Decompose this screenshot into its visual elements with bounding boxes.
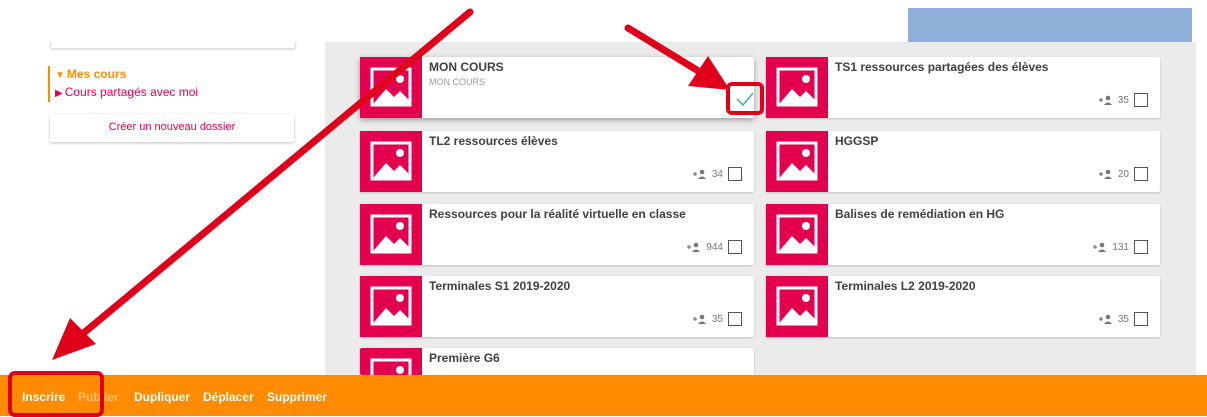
course-card[interactable]: Première G6 [360, 348, 754, 375]
image-placeholder-icon [766, 57, 828, 118]
member-count: 131 [1112, 241, 1129, 253]
member-count: 944 [706, 241, 723, 253]
tree-label: Mes cours [66, 67, 127, 81]
select-checkbox[interactable] [728, 167, 742, 181]
select-checkbox[interactable] [1134, 167, 1148, 181]
person-add-icon [692, 314, 706, 324]
course-title: Première G6 [429, 351, 500, 365]
image-placeholder-icon [360, 57, 422, 118]
deplacer-button[interactable]: Déplacer [203, 390, 254, 404]
course-meta: 944 [687, 239, 742, 255]
image-placeholder-icon [766, 276, 828, 337]
person-add-icon [1098, 95, 1112, 105]
course-meta: 34 [692, 166, 742, 182]
course-card[interactable]: TL2 ressources élèves 34 [360, 131, 754, 192]
course-meta: 20 [1098, 166, 1148, 182]
select-checkbox[interactable] [728, 240, 742, 254]
course-title: Balises de remédiation en HG [835, 207, 1005, 221]
new-folder-button[interactable]: Créer un nouveau dossier [50, 114, 294, 142]
person-add-icon [687, 242, 701, 252]
image-placeholder-icon [766, 131, 828, 192]
member-count: 34 [711, 168, 723, 180]
course-card[interactable]: HGGSP 20 [766, 131, 1160, 192]
course-card[interactable]: Ressources pour la réalité virtuelle en … [360, 204, 754, 265]
sidebar-search-field[interactable] [50, 42, 296, 49]
course-card[interactable]: MON COURS MON COURS [360, 57, 764, 118]
member-count: 20 [1117, 168, 1129, 180]
course-title: Terminales L2 2019-2020 [835, 279, 976, 293]
course-card[interactable]: Terminales L2 2019-2020 35 [766, 276, 1160, 337]
top-header [0, 0, 1207, 42]
select-checkbox[interactable] [1134, 93, 1148, 107]
tree-item-cours-partages[interactable]: ▶ Cours partagés avec moi [55, 84, 198, 102]
select-checkbox[interactable] [728, 312, 742, 326]
folder-tree: ▼ Mes cours ▶ Cours partagés avec moi [48, 66, 198, 102]
person-add-icon [1098, 314, 1112, 324]
caret-down-icon: ▼ [55, 70, 65, 81]
course-title: TL2 ressources élèves [429, 134, 558, 148]
image-placeholder-icon [360, 348, 422, 375]
course-card[interactable]: TS1 ressources partagées des élèves 35 [766, 57, 1160, 118]
member-count: 35 [1117, 313, 1129, 325]
caret-right-icon: ▶ [55, 88, 63, 99]
select-checkbox[interactable] [1134, 312, 1148, 326]
tree-item-mes-cours[interactable]: ▼ Mes cours [55, 66, 198, 84]
select-checkbox[interactable] [1134, 240, 1148, 254]
course-title: Terminales S1 2019-2020 [429, 279, 571, 293]
supprimer-button[interactable]: Supprimer [267, 390, 327, 404]
person-add-icon [1098, 169, 1112, 179]
course-title: TS1 ressources partagées des élèves [835, 60, 1049, 74]
course-title: MON COURS [429, 60, 504, 74]
selected-checkbox[interactable] [726, 82, 764, 115]
action-toolbar: Inscrire Publier Dupliquer Déplacer Supp… [0, 375, 1207, 416]
course-meta: 35 [1098, 311, 1148, 327]
course-title: Ressources pour la réalité virtuelle en … [429, 207, 686, 221]
course-meta: 35 [692, 311, 742, 327]
course-title: HGGSP [835, 134, 879, 148]
course-meta: 35 [1098, 92, 1148, 108]
checkmark-icon [736, 91, 754, 106]
person-add-icon [692, 169, 706, 179]
course-subtitle: MON COURS [429, 77, 485, 87]
tree-label: Cours partagés avec moi [64, 85, 199, 99]
member-count: 35 [1117, 94, 1129, 106]
member-count: 35 [711, 313, 723, 325]
person-add-icon [1093, 242, 1107, 252]
annotation-highlight-box [8, 371, 104, 417]
image-placeholder-icon [360, 131, 422, 192]
image-placeholder-icon [766, 204, 828, 265]
image-placeholder-icon [360, 276, 422, 337]
dupliquer-button[interactable]: Dupliquer [134, 390, 190, 404]
course-card[interactable]: Balises de remédiation en HG 131 [766, 204, 1160, 265]
course-meta: 131 [1093, 239, 1148, 255]
course-card[interactable]: Terminales S1 2019-2020 35 [360, 276, 754, 337]
sidebar: ▼ Mes cours ▶ Cours partagés avec moi Crée… [8, 42, 325, 382]
image-placeholder-icon [360, 204, 422, 265]
header-banner [908, 8, 1192, 42]
